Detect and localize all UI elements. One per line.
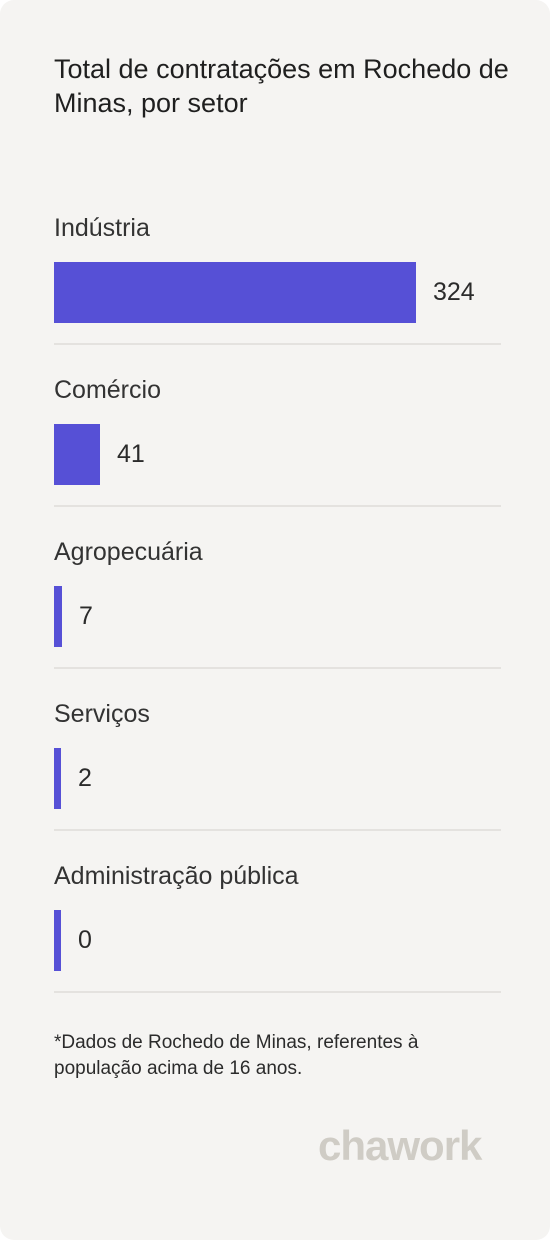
category-label: Agropecuária — [54, 538, 203, 566]
row-divider — [54, 343, 501, 345]
bar — [54, 262, 416, 323]
value-label: 41 — [117, 440, 145, 468]
bar-row: Agropecuária 7 — [54, 524, 501, 686]
bar-row: Administração pública 0 — [54, 848, 501, 1010]
bar — [54, 748, 61, 809]
row-divider — [54, 505, 501, 507]
category-label: Administração pública — [54, 862, 299, 890]
value-label: 7 — [79, 602, 93, 630]
chawork-logo: chawork — [318, 1122, 482, 1169]
chart-card: Total de contratações em Rochedo de Mina… — [0, 0, 550, 1240]
value-label: 2 — [78, 764, 92, 792]
value-label: 0 — [78, 926, 92, 954]
bar-row: Serviços 2 — [54, 686, 501, 848]
row-divider — [54, 829, 501, 831]
bar-row: Comércio 41 — [54, 362, 501, 524]
chart-title: Total de contratações em Rochedo de Mina… — [54, 54, 509, 118]
row-divider — [54, 667, 501, 669]
category-label: Indústria — [54, 214, 150, 242]
footnote: *Dados de Rochedo de Minas, referentes à… — [54, 1032, 419, 1079]
bar-row: Indústria 324 — [54, 200, 501, 362]
bar — [54, 424, 100, 485]
category-label: Comércio — [54, 376, 161, 404]
row-divider — [54, 991, 501, 993]
bar — [54, 910, 61, 971]
value-label: 324 — [433, 278, 475, 306]
bar-chart: Indústria 324 Comércio 41 Agropecuária 7 Servi… — [54, 200, 501, 1010]
bar — [54, 586, 62, 647]
category-label: Serviços — [54, 700, 150, 728]
